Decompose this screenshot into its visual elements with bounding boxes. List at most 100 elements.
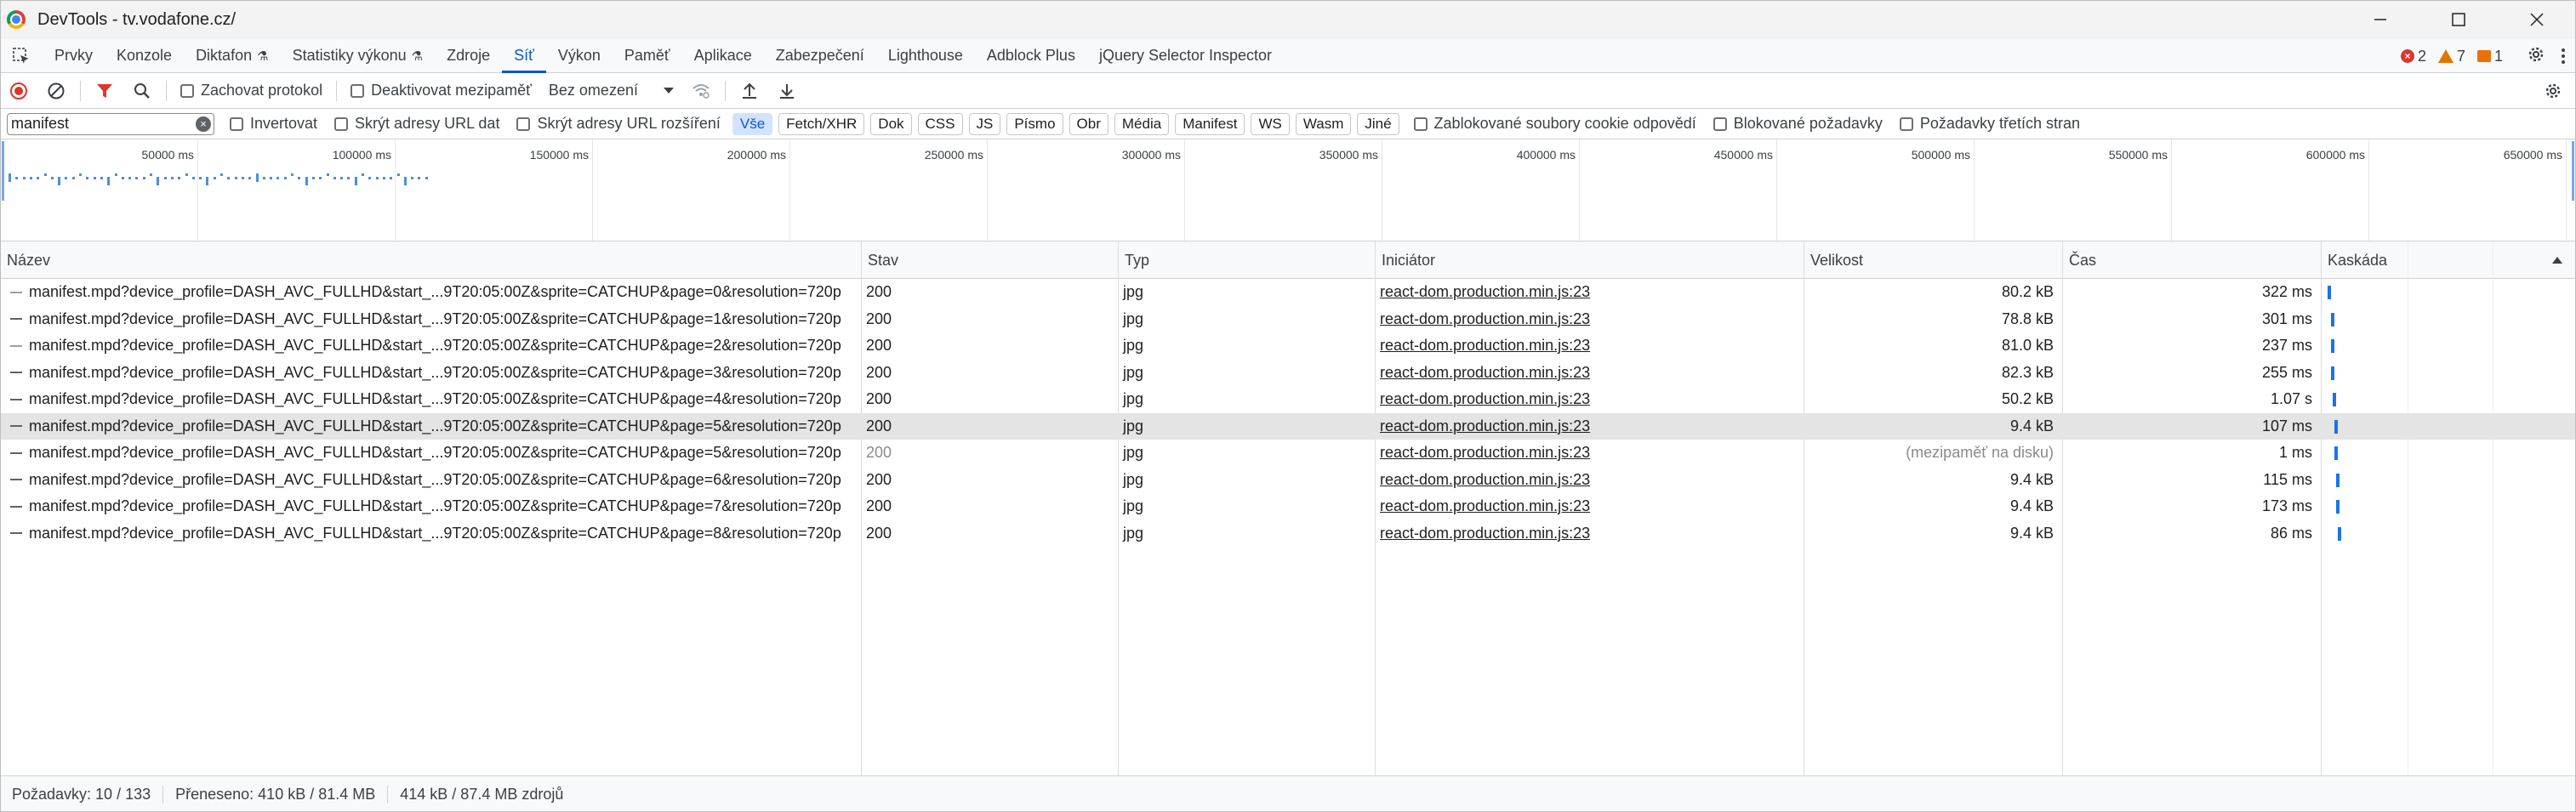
request-initiator[interactable]: react-dom.production.min.js:23 (1375, 520, 1804, 547)
tab-10[interactable]: Lighthouse (876, 39, 975, 73)
type-chip[interactable]: Manifest (1175, 112, 1245, 135)
search-icon[interactable] (123, 73, 161, 109)
tab-4[interactable]: Zdroje (435, 39, 502, 73)
table-row[interactable]: manifest.mpd?device_profile=DASH_AVC_FUL… (0, 440, 2576, 466)
request-status-text: 200 (866, 524, 892, 542)
type-chip[interactable]: JS (968, 112, 1001, 135)
clear-filter-icon[interactable]: × (196, 116, 211, 132)
request-initiator[interactable]: react-dom.production.min.js:23 (1375, 493, 1804, 520)
request-initiator-text: react-dom.production.min.js:23 (1380, 470, 1591, 488)
tab-8[interactable]: Aplikace (682, 39, 764, 73)
type-chip[interactable]: Média (1114, 112, 1170, 135)
column-status[interactable]: Stav (861, 241, 1118, 279)
minimize-icon[interactable] (2341, 0, 2419, 39)
overview-request-mark (333, 177, 336, 179)
filter-input[interactable]: manifest × (7, 112, 214, 135)
errors-badge[interactable]: × 2 (2400, 48, 2426, 65)
hide-data-urls-checkbox[interactable]: Skrýt adresy URL dat (326, 115, 508, 133)
disable-cache-checkbox[interactable]: Deaktivovat mezipaměť (342, 82, 540, 99)
table-row[interactable]: manifest.mpd?device_profile=DASH_AVC_FUL… (0, 332, 2576, 359)
column-initiator[interactable]: Iniciátor (1375, 241, 1804, 279)
type-chip[interactable]: Vše (732, 112, 773, 135)
column-name[interactable]: Název (0, 241, 861, 279)
table-row[interactable]: manifest.mpd?device_profile=DASH_AVC_FUL… (0, 412, 2576, 440)
preserve-log-checkbox[interactable]: Zachovat protokol (172, 82, 331, 99)
type-chip[interactable]: CSS (917, 112, 963, 135)
request-initiator[interactable]: react-dom.production.min.js:23 (1375, 467, 1804, 493)
network-settings-gear-icon[interactable] (2544, 82, 2562, 105)
table-row[interactable]: manifest.mpd?device_profile=DASH_AVC_FUL… (0, 520, 2576, 547)
import-har-icon[interactable] (731, 73, 768, 109)
warnings-badge[interactable]: 7 (2437, 48, 2465, 65)
request-initiator-text: react-dom.production.min.js:23 (1380, 337, 1591, 354)
table-row[interactable]: manifest.mpd?device_profile=DASH_AVC_FUL… (0, 493, 2576, 520)
tab-5[interactable]: Síť (502, 39, 546, 73)
table-row[interactable]: manifest.mpd?device_profile=DASH_AVC_FUL… (0, 360, 2576, 386)
throttle-select[interactable]: Bez omezení (540, 82, 682, 99)
tab-3[interactable]: Statistiky výkonu ⚗ (281, 39, 436, 73)
request-initiator[interactable]: react-dom.production.min.js:23 (1375, 360, 1804, 386)
overview-request-mark (50, 177, 54, 179)
type-chip[interactable]: WS (1251, 112, 1290, 135)
image-file-icon (10, 532, 22, 534)
request-initiator[interactable]: react-dom.production.min.js:23 (1375, 386, 1804, 412)
column-time[interactable]: Čas (2062, 241, 2321, 279)
type-chip[interactable]: Písmo (1006, 112, 1063, 135)
tab-1[interactable]: Konzole (105, 39, 184, 73)
request-status: 200 (861, 413, 1118, 440)
request-initiator[interactable]: react-dom.production.min.js:23 (1375, 332, 1804, 359)
record-icon[interactable] (0, 73, 37, 109)
network-overview[interactable]: 50000 ms 100000 ms 150000 ms 200000 ms 25000… (0, 139, 2576, 241)
table-header: Název Stav Typ Iniciátor Velikost Čas Ka… (0, 241, 2576, 279)
blocked-requests-checkbox[interactable]: Blokované požadavky (1705, 115, 1891, 133)
tab-11[interactable]: Adblock Plus (975, 39, 1087, 73)
more-options-icon[interactable] (2557, 48, 2569, 64)
column-size[interactable]: Velikost (1804, 241, 2062, 279)
third-party-checkbox[interactable]: Požadavky třetích stran (1891, 115, 2089, 133)
maximize-icon[interactable] (2419, 0, 2498, 39)
type-chip[interactable]: Fetch/XHR (778, 112, 865, 135)
separator (166, 80, 167, 101)
settings-gear-icon[interactable] (2527, 45, 2545, 68)
request-initiator[interactable]: react-dom.production.min.js:23 (1375, 413, 1804, 440)
network-toolbar: Zachovat protokol Deaktivovat mezipaměť … (0, 73, 2576, 109)
request-time-text: 107 ms (2261, 417, 2312, 434)
checkbox-box (1413, 116, 1428, 131)
request-name-text: manifest.mpd?device_profile=DASH_AVC_FUL… (29, 470, 841, 488)
request-initiator[interactable]: react-dom.production.min.js:23 (1375, 279, 1804, 305)
close-icon[interactable] (2498, 0, 2576, 39)
hide-extension-urls-checkbox[interactable]: Skrýt adresy URL rozšíření (508, 115, 728, 133)
separator (724, 80, 726, 101)
invert-checkbox[interactable]: Invertovat (221, 115, 326, 133)
request-initiator[interactable]: react-dom.production.min.js:23 (1375, 306, 1804, 332)
network-conditions-icon[interactable] (682, 73, 720, 109)
type-chip[interactable]: Jiné (1357, 112, 1399, 135)
export-har-icon[interactable] (768, 73, 806, 109)
type-chip[interactable]: Dok (870, 112, 912, 135)
table-row[interactable]: manifest.mpd?device_profile=DASH_AVC_FUL… (0, 279, 2576, 305)
overview-right-handle[interactable] (2572, 141, 2574, 201)
inspect-element-icon[interactable] (0, 39, 43, 73)
type-chip[interactable]: Obr (1069, 112, 1108, 135)
request-status-text: 200 (866, 390, 892, 407)
table-row[interactable]: manifest.mpd?device_profile=DASH_AVC_FUL… (0, 386, 2576, 412)
tab-7[interactable]: Paměť (613, 39, 682, 73)
tab-6[interactable]: Výkon (546, 39, 613, 73)
table-row[interactable]: manifest.mpd?device_profile=DASH_AVC_FUL… (0, 306, 2576, 332)
tab-0[interactable]: Prvky (43, 39, 105, 73)
request-size: (mezipaměť na disku) (1804, 440, 2062, 466)
tab-9[interactable]: Zabezpečení (764, 39, 876, 73)
tab-2[interactable]: Diktafon ⚗ (184, 39, 281, 73)
tab-12[interactable]: jQuery Selector Inspector (1087, 39, 1284, 73)
table-row[interactable]: manifest.mpd?device_profile=DASH_AVC_FUL… (0, 467, 2576, 493)
issues-badge[interactable]: 1 (2476, 48, 2503, 65)
overview-left-handle[interactable] (2, 141, 4, 201)
filter-icon[interactable] (86, 73, 123, 109)
column-waterfall[interactable]: Kaskáda (2321, 241, 2576, 279)
request-status: 200 (861, 360, 1118, 386)
blocked-cookies-checkbox[interactable]: Zablokované soubory cookie odpovědí (1405, 115, 1705, 133)
column-type[interactable]: Typ (1118, 241, 1375, 279)
request-initiator[interactable]: react-dom.production.min.js:23 (1375, 440, 1804, 466)
type-chip[interactable]: Wasm (1295, 112, 1352, 135)
clear-log-icon[interactable] (37, 73, 75, 109)
